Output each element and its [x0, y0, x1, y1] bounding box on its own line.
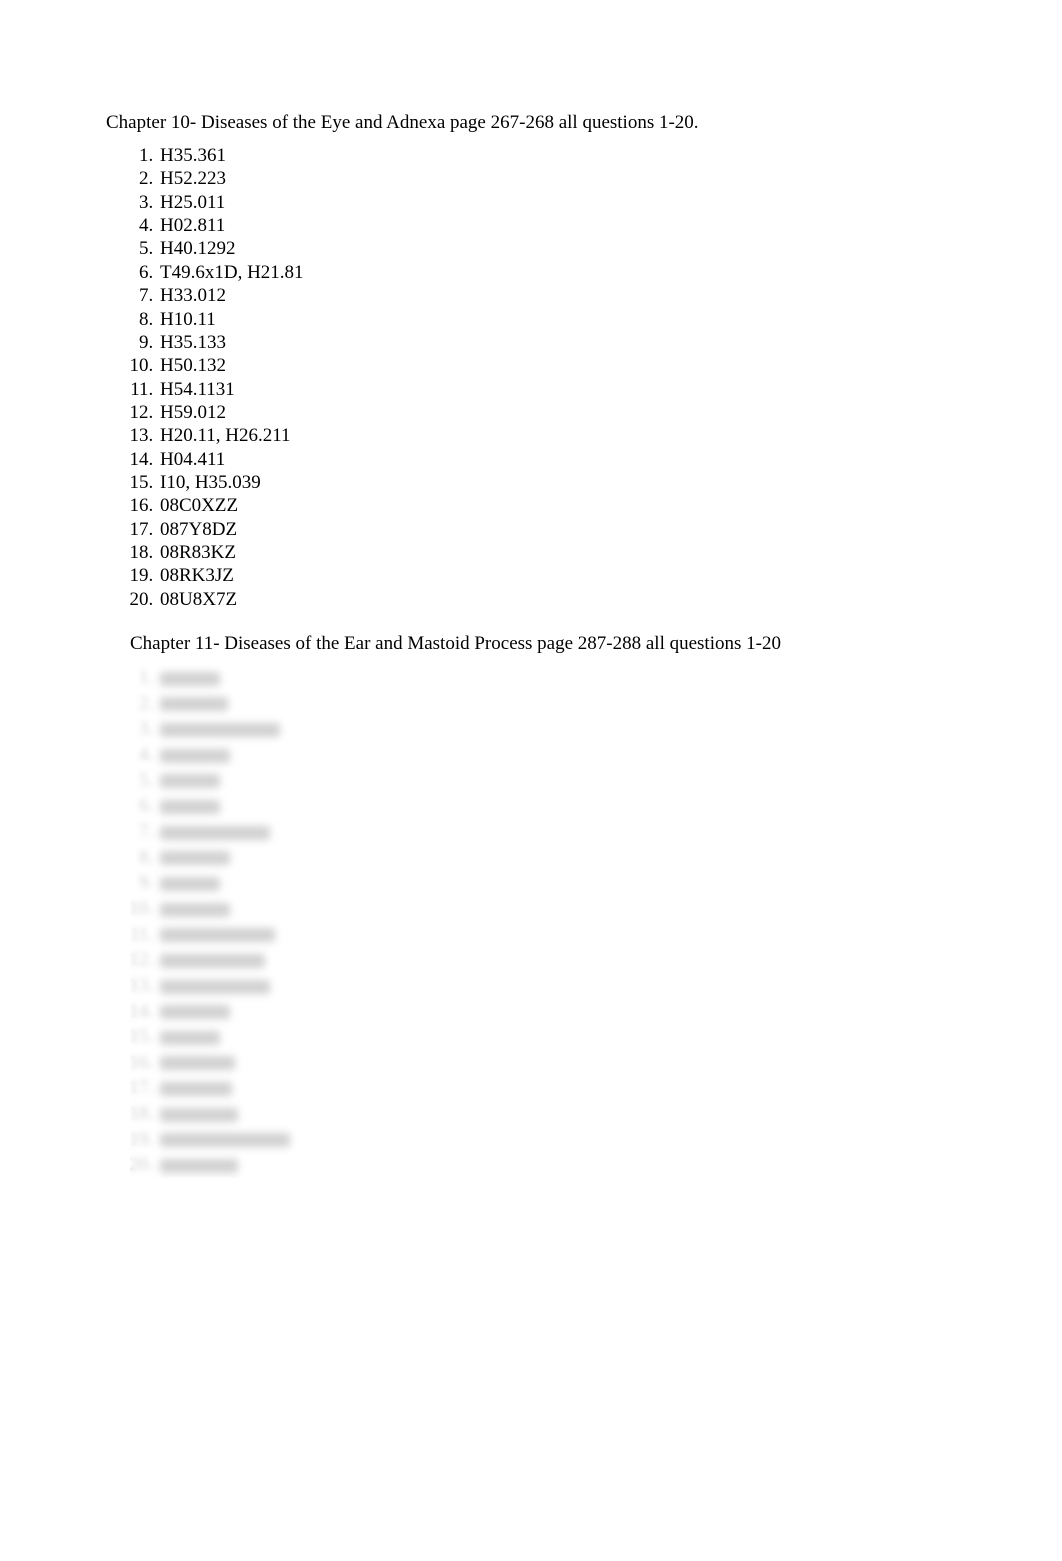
chapter-10-item: H59.012: [158, 401, 956, 424]
chapter-11-item-blurred: XXXXXX: [158, 1127, 956, 1153]
chapter-10-item: H04.411: [158, 448, 956, 471]
chapter-10-item: 087Y8DZ: [158, 518, 956, 541]
chapter-11-item-blurred: XXXXXX: [158, 870, 956, 896]
chapter-10-item: T49.6x1D, H21.81: [158, 261, 956, 284]
chapter-11-list: XXXXXXXXXXXXXXXXXXXXXXXXXXXXXXXXXXXXXXXX…: [158, 665, 956, 1178]
chapter-11-item-blurred: XXXXXX: [158, 1050, 956, 1076]
chapter-11-item-blurred: XXXXXX: [158, 768, 956, 794]
chapter-11-item-blurred: XXXXXX: [158, 922, 956, 948]
chapter-11-item-blurred: XXXXXX: [158, 665, 956, 691]
chapter-11-item-blurred: XXXXXX: [158, 691, 956, 717]
chapter-10-item: H35.361: [158, 144, 956, 167]
chapter-10-item: H20.11, H26.211: [158, 424, 956, 447]
chapter-10-item: 08U8X7Z: [158, 588, 956, 611]
chapter-10-list: H35.361H52.223H25.011H02.811H40.1292T49.…: [158, 144, 956, 611]
chapter-10-item: H52.223: [158, 167, 956, 190]
chapter-11-item-blurred: XXXXXX: [158, 793, 956, 819]
chapter-11-blurred-region: XXXXXXXXXXXXXXXXXXXXXXXXXXXXXXXXXXXXXXXX…: [130, 665, 956, 1178]
chapter-11-item-blurred: XXXXXX: [158, 896, 956, 922]
chapter-10-item: H10.11: [158, 308, 956, 331]
chapter-10-item: I10, H35.039: [158, 471, 956, 494]
chapter-11-item-blurred: XXXXXX: [158, 819, 956, 845]
chapter-10-item: H50.132: [158, 354, 956, 377]
chapter-11-title: Chapter 11- Diseases of the Ear and Mast…: [130, 633, 956, 655]
chapter-11-item-blurred: XXXXXX: [158, 1152, 956, 1178]
chapter-11-item-blurred: XXXXXX: [158, 947, 956, 973]
chapter-10-item: 08RK3JZ: [158, 564, 956, 587]
chapter-11-item-blurred: XXXXXX: [158, 973, 956, 999]
chapter-11-item-blurred: XXXXXX: [158, 1024, 956, 1050]
chapter-11-item-blurred: XXXXXX: [158, 1101, 956, 1127]
chapter-10-item: H25.011: [158, 191, 956, 214]
chapter-11-item-blurred: XXXXXX: [158, 999, 956, 1025]
chapter-11-item-blurred: XXXXXX: [158, 716, 956, 742]
chapter-10-item: H02.811: [158, 214, 956, 237]
chapter-10-item: H33.012: [158, 284, 956, 307]
chapter-10-item: 08C0XZZ: [158, 494, 956, 517]
chapter-10-item: 08R83KZ: [158, 541, 956, 564]
chapter-10-item: H40.1292: [158, 237, 956, 260]
chapter-10-title: Chapter 10- Diseases of the Eye and Adne…: [106, 112, 956, 134]
chapter-10-item: H35.133: [158, 331, 956, 354]
chapter-11-item-blurred: XXXXXX: [158, 742, 956, 768]
chapter-11-item-blurred: XXXXXX: [158, 845, 956, 871]
chapter-11-item-blurred: XXXXXX: [158, 1075, 956, 1101]
chapter-10-item: H54.1131: [158, 378, 956, 401]
